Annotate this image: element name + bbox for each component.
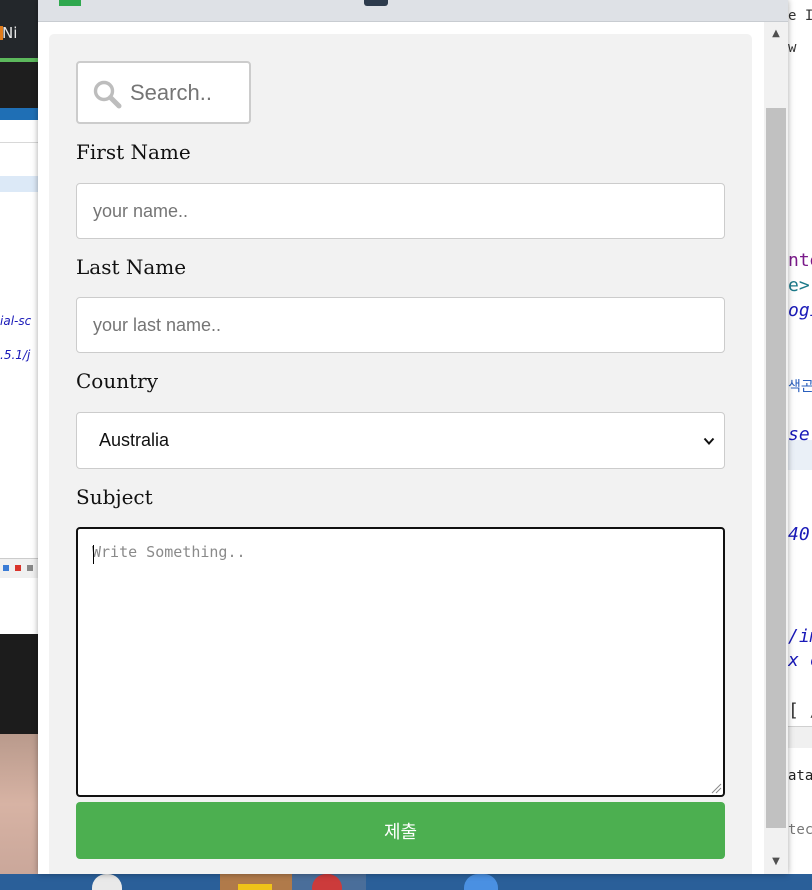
tab-favicon[interactable] [364, 0, 388, 6]
bg-code-link: .5.1/j [0, 348, 31, 362]
bg-code-fragment: w [788, 40, 797, 56]
bg-fragment-ni: Ni [2, 24, 18, 42]
vertical-scrollbar[interactable]: ▲ ▼ [764, 22, 788, 874]
subject-textarea-wrapper [76, 527, 725, 797]
search-box[interactable] [76, 61, 251, 124]
bg-code-fragment: /im [788, 626, 812, 647]
browser-window: First Name Last Name Country Australia S… [38, 0, 788, 874]
bg-code-fragment: nte [788, 250, 812, 271]
subject-label: Subject [76, 485, 153, 509]
bg-divider [0, 142, 38, 143]
bg-code-fragment: ogi [788, 300, 812, 321]
subject-textarea[interactable] [78, 529, 723, 795]
magnifier-icon [93, 80, 122, 109]
country-select[interactable]: Australia [76, 412, 725, 469]
chevron-down-icon [703, 437, 715, 445]
search-input[interactable] [130, 75, 245, 111]
bg-code-fragment: ata [788, 768, 812, 784]
bg-tool-icon [3, 565, 9, 571]
bg-code-link: ial-sc [0, 314, 32, 328]
bg-code-fragment: [ / [788, 700, 812, 721]
bg-code-fragment: 40 [788, 524, 810, 545]
os-taskbar [0, 874, 812, 890]
text-caret [93, 545, 94, 564]
submit-button[interactable]: 제출 [76, 802, 725, 859]
bg-dark-band [0, 62, 38, 108]
page-content: First Name Last Name Country Australia S… [38, 22, 764, 874]
bg-code-fragment: 색곤 [788, 379, 812, 395]
triangle-up-icon[interactable]: ▲ [764, 22, 788, 46]
background-window-right: e ID w nte e> ogi 색곤 se- 40 /im x c [ / … [788, 0, 812, 890]
last-name-label: Last Name [76, 255, 187, 279]
background-window-left: Ni ial-sc .5.1/j [0, 0, 38, 890]
taskbar-app-icon[interactable] [464, 874, 498, 890]
country-selected-value: Australia [99, 430, 170, 450]
resize-grip-icon[interactable] [710, 782, 722, 794]
country-label: Country [76, 369, 159, 393]
bg-code-fragment: se- [788, 424, 812, 445]
bg-panel [788, 726, 812, 748]
taskbar-app-icon[interactable] [92, 874, 122, 890]
bg-code-fragment: e ID [788, 8, 812, 24]
bg-code-fragment: x c [788, 650, 812, 671]
bg-code-fragment: tec [788, 822, 812, 838]
tab-favicon[interactable] [59, 0, 81, 6]
bg-dark-area [0, 634, 38, 734]
triangle-down-icon[interactable]: ▼ [764, 850, 788, 874]
bg-wallpaper [0, 734, 38, 874]
scrollbar-thumb[interactable] [766, 108, 786, 828]
bg-tool-icon [15, 565, 21, 571]
bg-selected-row [0, 176, 38, 192]
taskbar-app-icon [238, 884, 272, 890]
window-titlebar [38, 0, 788, 22]
bg-tool-icon [27, 565, 33, 571]
last-name-field[interactable] [76, 297, 725, 353]
first-name-field[interactable] [76, 183, 725, 239]
bg-code-fragment: e> [788, 275, 810, 296]
bg-blue-band [0, 108, 38, 120]
first-name-label: First Name [76, 140, 191, 164]
contact-form: First Name Last Name Country Australia S… [49, 34, 752, 874]
